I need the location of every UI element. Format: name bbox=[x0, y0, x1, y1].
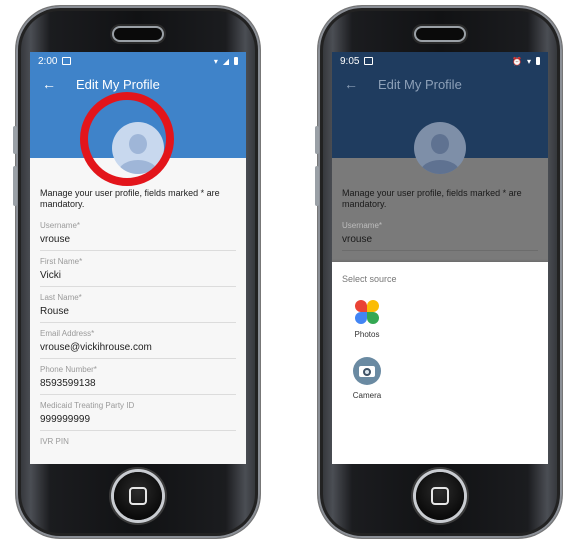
field-label: First Name* bbox=[40, 256, 83, 266]
field-value: 999999999 bbox=[40, 413, 91, 425]
status-bar: 2:00 ▾ ◢ bbox=[30, 52, 246, 70]
field-label: Phone Number* bbox=[40, 364, 97, 374]
option-label: Photos bbox=[354, 330, 380, 339]
field-ivr-pin[interactable]: IVR PIN bbox=[40, 431, 236, 454]
status-time: 2:00 bbox=[38, 55, 58, 67]
avatar-head bbox=[431, 134, 449, 154]
left-phone-frame: 2:00 ▾ ◢ ← Edit My Profile Manage your u… bbox=[13, 6, 260, 538]
source-option-photos[interactable]: Photos bbox=[342, 284, 392, 339]
side-button bbox=[315, 166, 319, 206]
status-time: 9:05 bbox=[340, 55, 360, 67]
wifi-icon: ▾ bbox=[526, 56, 531, 66]
home-button[interactable] bbox=[416, 472, 464, 520]
back-arrow-icon[interactable]: ← bbox=[344, 76, 358, 92]
sheet-title: Select source bbox=[342, 274, 397, 284]
home-button[interactable] bbox=[114, 472, 162, 520]
back-arrow-icon[interactable]: ← bbox=[42, 76, 56, 92]
photos-icon bbox=[355, 300, 379, 324]
notification-icon bbox=[364, 57, 374, 65]
battery-icon bbox=[234, 57, 238, 65]
phone-speaker bbox=[416, 28, 464, 40]
phone-speaker bbox=[114, 28, 162, 40]
right-phone-frame: 9:05 ⏰ ▾ ← Edit My Profile Manage your u… bbox=[315, 6, 562, 538]
right-screen: 9:05 ⏰ ▾ ← Edit My Profile Manage your u… bbox=[332, 52, 548, 464]
highlight-ring bbox=[80, 92, 174, 186]
field-value: 8593599138 bbox=[40, 377, 96, 389]
field-username[interactable]: Username* vrouse bbox=[40, 215, 236, 251]
field-label: Medicaid Treating Party ID bbox=[40, 400, 135, 410]
side-button bbox=[13, 126, 17, 154]
select-source-sheet: Select source Photos Camera bbox=[332, 262, 548, 464]
alarm-icon: ⏰ bbox=[512, 56, 522, 66]
field-last-name[interactable]: Last Name* Rouse bbox=[40, 287, 236, 323]
field-label: IVR PIN bbox=[40, 436, 69, 446]
camera-icon bbox=[353, 357, 381, 385]
field-value: Rouse bbox=[40, 305, 69, 317]
field-label: Last Name* bbox=[40, 292, 82, 302]
page-title: Edit My Profile bbox=[378, 76, 462, 92]
field-label: Username* bbox=[342, 220, 383, 230]
profile-header-dimmed: 9:05 ⏰ ▾ ← Edit My Profile bbox=[332, 52, 548, 174]
page-title: Edit My Profile bbox=[76, 76, 160, 92]
avatar-body bbox=[420, 160, 460, 174]
profile-avatar[interactable] bbox=[414, 122, 466, 174]
wifi-icon: ▾ bbox=[213, 56, 218, 66]
field-value: vrouse bbox=[342, 233, 373, 245]
signal-icon: ◢ bbox=[222, 56, 229, 66]
field-label: Username* bbox=[40, 220, 81, 230]
side-button bbox=[315, 126, 319, 154]
source-option-camera[interactable]: Camera bbox=[342, 339, 392, 400]
field-phone[interactable]: Phone Number* 8593599138 bbox=[40, 359, 236, 395]
home-square-icon bbox=[431, 487, 449, 505]
battery-icon bbox=[536, 57, 540, 65]
field-value: vrouse bbox=[40, 233, 71, 245]
app-bar: ← Edit My Profile bbox=[332, 70, 548, 98]
field-email[interactable]: Email Address* vrouse@vickihrouse.com bbox=[40, 323, 236, 359]
option-label: Camera bbox=[352, 391, 382, 400]
field-medicaid-id[interactable]: Medicaid Treating Party ID 999999999 bbox=[40, 395, 236, 431]
status-bar: 9:05 ⏰ ▾ bbox=[332, 52, 548, 70]
side-button bbox=[13, 166, 17, 206]
field-username[interactable]: Username* vrouse bbox=[342, 215, 538, 251]
profile-form: Manage your user profile, fields marked … bbox=[30, 158, 246, 454]
form-intro: Manage your user profile, fields marked … bbox=[342, 188, 522, 210]
field-value: Vicki bbox=[40, 269, 61, 281]
form-intro: Manage your user profile, fields marked … bbox=[40, 188, 220, 210]
field-label: Email Address* bbox=[40, 328, 95, 338]
home-square-icon bbox=[129, 487, 147, 505]
field-first-name[interactable]: First Name* Vicki bbox=[40, 251, 236, 287]
field-value: vrouse@vickihrouse.com bbox=[40, 341, 152, 353]
notification-icon bbox=[62, 57, 72, 65]
